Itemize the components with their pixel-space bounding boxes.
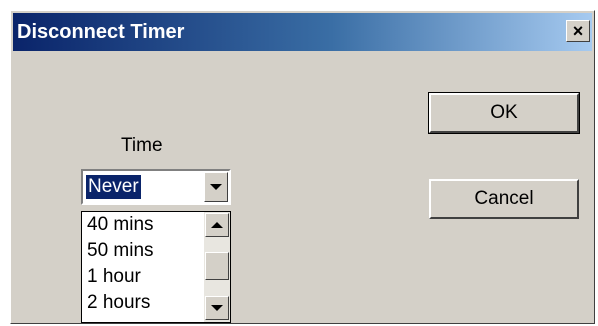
chevron-down-icon	[210, 184, 222, 190]
list-item[interactable]: 50 mins	[87, 240, 154, 262]
time-selected-value[interactable]: Never	[86, 175, 141, 199]
time-dropdown-button[interactable]	[204, 172, 228, 202]
time-combobox[interactable]: Never	[81, 169, 231, 205]
close-button[interactable]: ×	[566, 20, 590, 42]
window-title: Disconnect Timer	[17, 20, 185, 43]
scroll-down-button[interactable]	[205, 296, 229, 320]
list-item[interactable]: 2 hours	[87, 292, 150, 314]
chevron-up-icon	[211, 222, 223, 228]
scroll-up-button[interactable]	[205, 213, 229, 237]
disconnect-timer-dialog: Disconnect Timer × Time Never 40 mins 50…	[10, 10, 595, 324]
time-label: Time	[121, 135, 163, 156]
list-item[interactable]: 1 hour	[87, 266, 141, 288]
list-scrollbar[interactable]	[204, 212, 230, 322]
list-item[interactable]: 40 mins	[87, 214, 154, 236]
chevron-down-icon	[211, 305, 223, 311]
close-icon: ×	[572, 21, 584, 41]
cancel-button[interactable]: Cancel	[429, 179, 579, 219]
scroll-thumb[interactable]	[205, 252, 229, 280]
time-options-list[interactable]: 40 mins 50 mins 1 hour 2 hours	[81, 211, 231, 323]
title-bar[interactable]: Disconnect Timer ×	[13, 13, 592, 51]
ok-button[interactable]: OK	[428, 92, 580, 134]
